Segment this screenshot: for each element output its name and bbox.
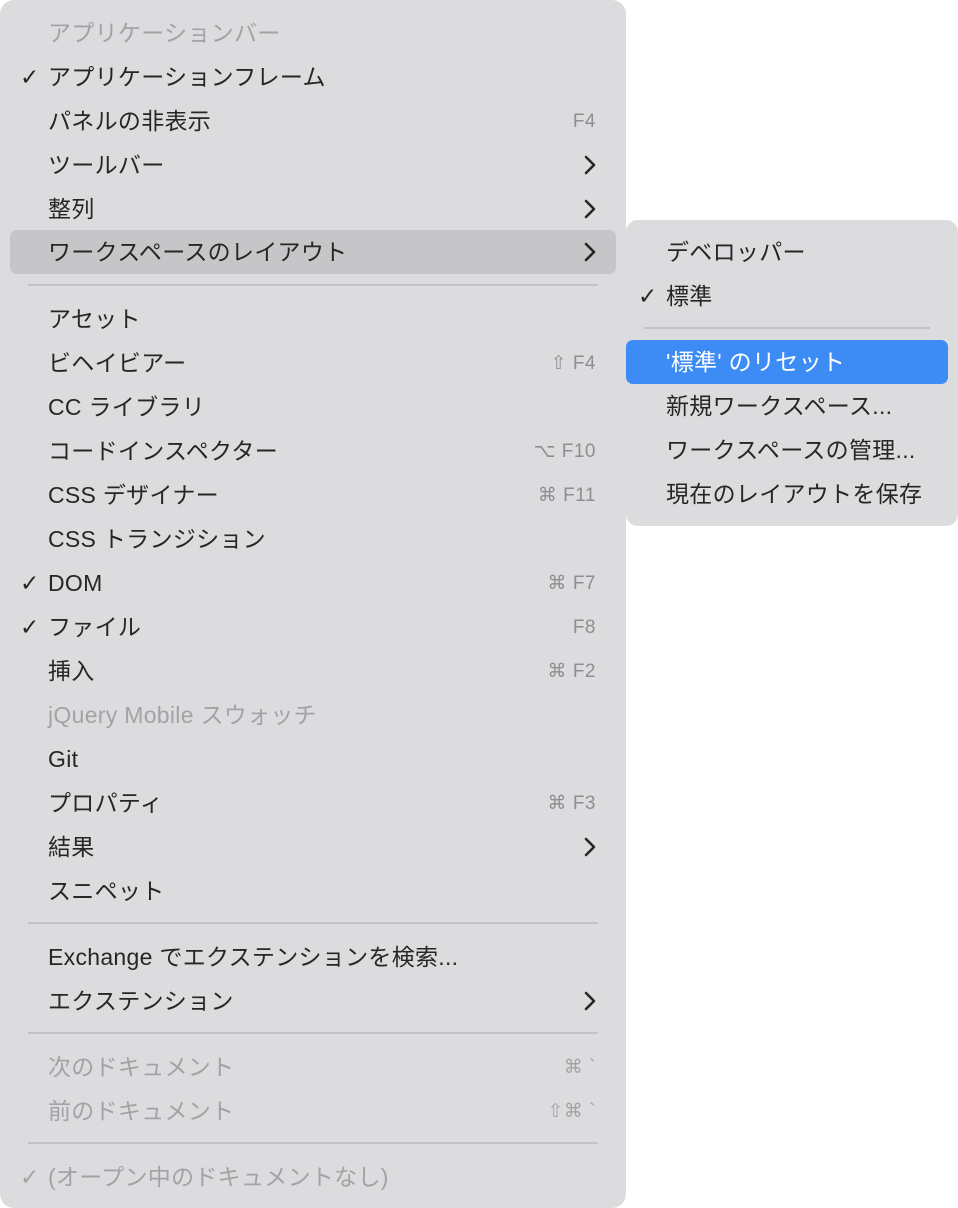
menu-item-label: (オープン中のドキュメントなし) — [48, 1163, 389, 1190]
submenu-item-new-workspace[interactable]: 新規ワークスペース... — [626, 384, 948, 428]
shortcut-label: ⇧ F4 — [550, 352, 596, 374]
menu-item-insert[interactable]: 挿入 ⌘ F2 — [10, 649, 616, 693]
menu-item-label: CC ライブラリ — [48, 393, 206, 420]
menu-item-css-transitions[interactable]: CSS トランジション — [10, 517, 616, 561]
shortcut-label: ⇧⌘ ` — [547, 1100, 596, 1122]
menu-item-behaviors[interactable]: ビヘイビアー ⇧ F4 — [10, 341, 616, 385]
checkmark-icon: ✓ — [20, 569, 40, 596]
menu-item-label: アプリケーションフレーム — [48, 63, 326, 90]
menu-item-application-bar: アプリケーションバー — [10, 11, 616, 55]
submenu-item-developer[interactable]: デベロッパー — [626, 230, 948, 274]
shortcut-label: ⌘ F2 — [547, 660, 596, 682]
menu-item-label: 前のドキュメント — [48, 1097, 235, 1124]
shortcut-label: ⌘ F11 — [537, 484, 596, 506]
menu-item-label: パネルの非表示 — [48, 107, 212, 134]
workspace-layout-submenu: デベロッパー ✓ 標準 '標準' のリセット 新規ワークスペース... ワークス… — [626, 220, 958, 526]
menu-item-label: コードインスペクター — [48, 437, 279, 464]
menu-item-workspace-layout[interactable]: ワークスペースのレイアウト — [10, 230, 616, 274]
menu-item-label: DOM — [48, 569, 103, 596]
menu-item-label: ビヘイビアー — [48, 349, 187, 376]
menu-separator — [28, 284, 598, 286]
menu-item-files[interactable]: ✓ ファイル F8 — [10, 605, 616, 649]
menu-item-toolbar[interactable]: ツールバー — [10, 143, 616, 187]
shortcut-label: F4 — [572, 110, 596, 132]
menu-item-label: 現在のレイアウトを保存 — [666, 480, 923, 507]
menu-item-code-inspector[interactable]: コードインスペクター ⌥ F10 — [10, 429, 616, 473]
shortcut-label: ⌘ ` — [563, 1056, 596, 1078]
menu-item-label: Exchange でエクステンションを検索... — [48, 943, 459, 970]
menu-item-css-designer[interactable]: CSS デザイナー ⌘ F11 — [10, 473, 616, 517]
menu-item-git[interactable]: Git — [10, 737, 616, 781]
shortcut-label: ⌘ F3 — [547, 792, 596, 814]
menu-item-label: ワークスペースのレイアウト — [48, 238, 348, 265]
chevron-right-icon — [584, 230, 596, 274]
menu-item-label: 挿入 — [48, 657, 95, 684]
menu-item-properties[interactable]: プロパティ ⌘ F3 — [10, 781, 616, 825]
menu-item-label: スニペット — [48, 877, 165, 904]
checkmark-icon: ✓ — [20, 1163, 40, 1190]
menu-item-label: プロパティ — [48, 789, 164, 816]
menu-item-application-frame[interactable]: ✓ アプリケーションフレーム — [10, 55, 616, 99]
shortcut-label: F8 — [572, 616, 596, 638]
menu-item-label: 整列 — [48, 195, 95, 222]
menu-item-label: ツールバー — [48, 151, 165, 178]
submenu-item-manage-workspaces[interactable]: ワークスペースの管理... — [626, 428, 948, 472]
menu-separator — [28, 922, 598, 924]
chevron-right-icon — [584, 187, 596, 231]
menu-item-label: 結果 — [48, 833, 95, 860]
shortcut-label: ⌘ F7 — [547, 572, 596, 594]
chevron-right-icon — [584, 825, 596, 869]
menu-item-hide-panels[interactable]: パネルの非表示 F4 — [10, 99, 616, 143]
menu-item-snippets[interactable]: スニペット — [10, 869, 616, 913]
menu-item-label: 次のドキュメント — [48, 1053, 235, 1080]
menu-item-label: '標準' のリセット — [666, 348, 846, 375]
menu-item-label: 標準 — [666, 282, 713, 309]
menu-item-label: 新規ワークスペース... — [666, 392, 893, 419]
menu-item-arrange[interactable]: 整列 — [10, 187, 616, 231]
menu-item-label: ファイル — [48, 613, 142, 640]
menu-item-label: デベロッパー — [666, 238, 806, 265]
menu-item-previous-document: 前のドキュメント ⇧⌘ ` — [10, 1089, 616, 1133]
menu-item-label: Git — [48, 745, 79, 772]
menu-item-label: jQuery Mobile スウォッチ — [48, 701, 317, 728]
menu-item-assets[interactable]: アセット — [10, 297, 616, 341]
menu-item-dom[interactable]: ✓ DOM ⌘ F7 — [10, 561, 616, 605]
menu-item-label: CSS デザイナー — [48, 481, 219, 508]
menu-item-extensions[interactable]: エクステンション — [10, 979, 616, 1023]
menu-item-no-open-documents: ✓ (オープン中のドキュメントなし) — [10, 1155, 616, 1199]
chevron-right-icon — [584, 979, 596, 1023]
menu-item-results[interactable]: 結果 — [10, 825, 616, 869]
checkmark-icon: ✓ — [20, 613, 40, 640]
menu-separator — [644, 327, 930, 329]
view-menu: アプリケーションバー ✓ アプリケーションフレーム パネルの非表示 F4 ツール… — [0, 0, 626, 1208]
submenu-item-reset-standard[interactable]: '標準' のリセット — [626, 340, 948, 384]
checkmark-icon: ✓ — [638, 282, 658, 309]
shortcut-label: ⌥ F10 — [533, 440, 596, 462]
menu-item-label: アセット — [48, 305, 141, 332]
menu-item-label: エクステンション — [48, 987, 234, 1014]
menu-separator — [28, 1142, 598, 1144]
menu-item-label: ワークスペースの管理... — [666, 436, 916, 463]
menu-item-label: CSS トランジション — [48, 525, 266, 552]
menu-item-label: アプリケーションバー — [48, 19, 281, 46]
menu-item-jquery-mobile-swatches: jQuery Mobile スウォッチ — [10, 693, 616, 737]
menu-item-cc-libraries[interactable]: CC ライブラリ — [10, 385, 616, 429]
checkmark-icon: ✓ — [20, 63, 40, 90]
menu-item-next-document: 次のドキュメント ⌘ ` — [10, 1045, 616, 1089]
submenu-item-save-current-layout[interactable]: 現在のレイアウトを保存 — [626, 472, 948, 516]
menu-separator — [28, 1032, 598, 1034]
submenu-item-standard[interactable]: ✓ 標準 — [626, 274, 948, 318]
chevron-right-icon — [584, 143, 596, 187]
menu-item-search-exchange[interactable]: Exchange でエクステンションを検索... — [10, 935, 616, 979]
